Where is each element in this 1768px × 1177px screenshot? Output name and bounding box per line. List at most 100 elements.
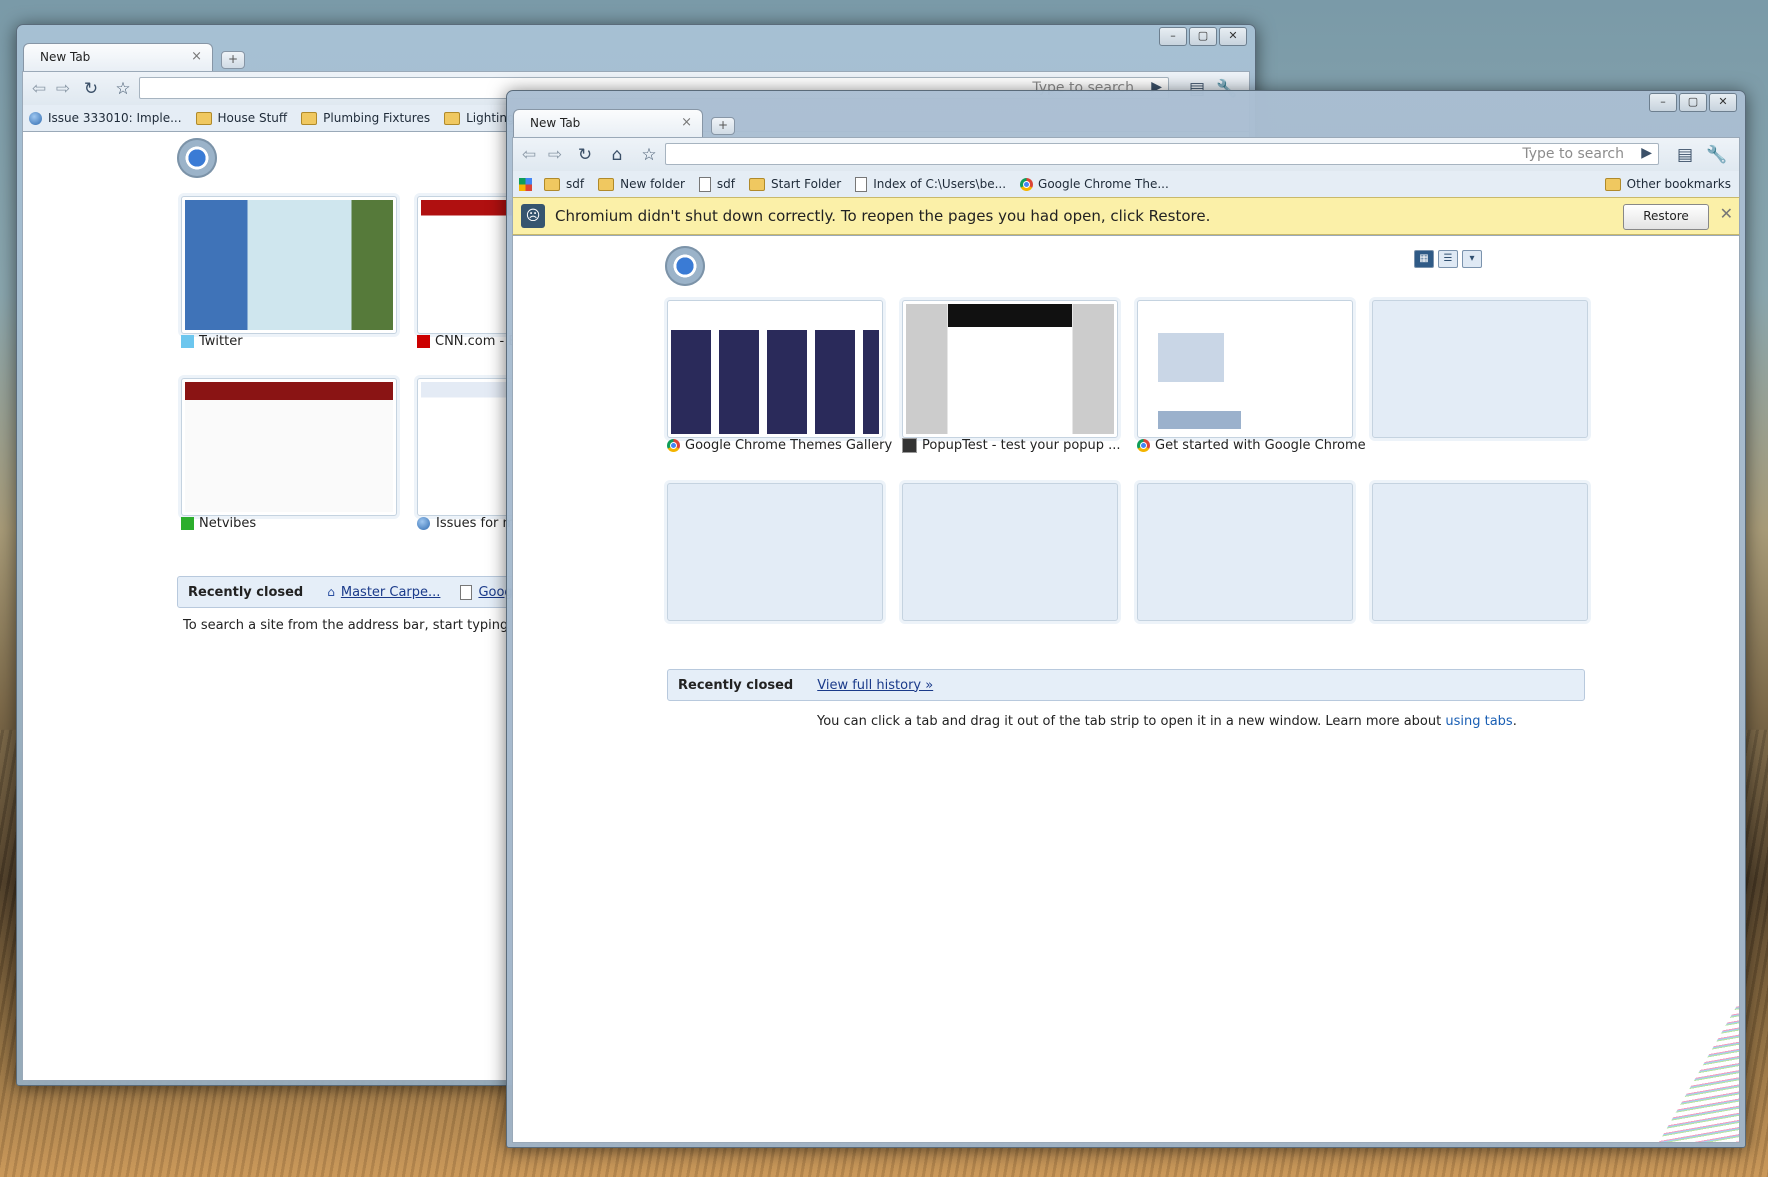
reload-icon[interactable]: ↻ [79, 78, 103, 100]
thumbnail-get-started[interactable] [1137, 300, 1353, 438]
folder-icon [598, 177, 615, 191]
chevron-down-icon[interactable]: ▾ [1462, 250, 1482, 268]
minimize-button[interactable]: – [1649, 93, 1677, 112]
infobar-message: Chromium didn't shut down correctly. To … [555, 207, 1211, 225]
tab-new-tab[interactable]: New Tab × [23, 43, 213, 71]
tab-close-icon[interactable]: × [681, 110, 692, 136]
folder-icon [301, 111, 318, 125]
page-icon [460, 584, 473, 600]
other-bookmarks[interactable]: Other bookmarks [1604, 177, 1731, 191]
wrench-icon[interactable]: 🔧 [1705, 144, 1729, 166]
thumbnail-empty[interactable] [1137, 483, 1353, 621]
chrome-icon [667, 439, 680, 452]
browser-window-front[interactable]: – ▢ ✕ New Tab × + ⇦ ⇨ ↻ ⌂ ☆ Type to sear… [506, 90, 1746, 1148]
apps-icon[interactable] [519, 177, 532, 191]
thumbnail-title[interactable]: PopupTest - test your popup ... [902, 438, 1121, 453]
thumbnail-empty[interactable] [902, 483, 1118, 621]
tab-title: New Tab [40, 50, 91, 64]
bookmark-item[interactable]: House Stuff [195, 111, 287, 125]
reload-icon[interactable]: ↻ [573, 144, 597, 166]
tip-text: You can click a tab and drag it out of t… [817, 714, 1517, 729]
thumbnail-popuptest[interactable] [902, 300, 1118, 438]
tip-text: To search a site from the address bar, s… [183, 618, 549, 633]
tab-close-icon[interactable]: × [191, 44, 202, 70]
globe-icon [29, 111, 42, 125]
new-tab-button[interactable]: + [711, 117, 735, 135]
minimize-button[interactable]: – [1159, 27, 1187, 46]
folder-icon [1604, 177, 1621, 191]
recently-closed-bar: Recently closed View full history » [667, 669, 1585, 701]
bookmarks-bar: sdf New folder sdf Start Folder Index of… [512, 171, 1740, 197]
thumbnail-twitter[interactable] [181, 196, 397, 334]
twitter-icon [181, 335, 194, 348]
forward-arrow-icon[interactable]: ⇨ [51, 78, 75, 100]
sad-tab-icon: ☹ [521, 204, 545, 228]
bookmark-item[interactable]: Lighting [444, 111, 515, 125]
tab-title: New Tab [530, 116, 581, 130]
chrome-icon [1020, 177, 1034, 191]
thumbnail-title[interactable]: Google Chrome Themes Gallery [667, 438, 892, 453]
cnn-icon [417, 335, 430, 348]
folder-icon [444, 111, 461, 125]
view-toggle: ▦ ☰ ▾ [1414, 250, 1484, 268]
maximize-button[interactable]: ▢ [1189, 27, 1217, 46]
thumbnail-title[interactable]: CNN.com - B [417, 334, 517, 349]
maximize-button[interactable]: ▢ [1679, 93, 1707, 112]
chromium-logo [177, 138, 217, 178]
folder-icon [544, 177, 560, 191]
using-tabs-link[interactable]: using tabs [1445, 714, 1512, 729]
view-full-history-link[interactable]: View full history » [817, 678, 933, 693]
page-menu-icon[interactable]: ▤ [1673, 144, 1697, 166]
netvibes-icon [181, 517, 194, 530]
home-icon[interactable]: ⌂ [605, 144, 629, 166]
tab-new-tab[interactable]: New Tab × [513, 109, 703, 137]
bookmark-item[interactable]: sdf [544, 177, 584, 191]
infobar-close-icon[interactable]: ✕ [1720, 204, 1733, 223]
thumbnail-title[interactable]: Twitter [181, 334, 243, 349]
bookmark-item[interactable]: Google Chrome The... [1020, 177, 1169, 191]
chrome-icon [1137, 439, 1150, 452]
page-icon [855, 176, 868, 192]
folder-icon [195, 111, 212, 125]
crash-infobar: ☹ Chromium didn't shut down correctly. T… [512, 197, 1740, 235]
close-window-button[interactable]: ✕ [1709, 93, 1737, 112]
star-icon[interactable]: ☆ [111, 78, 135, 100]
bookmark-item[interactable]: Start Folder [749, 177, 841, 191]
globe-icon [417, 517, 430, 530]
page-curl-decoration [1659, 1002, 1739, 1142]
list-view-icon[interactable]: ☰ [1438, 250, 1458, 268]
thumbnail-empty[interactable] [1372, 300, 1588, 438]
page-icon [698, 176, 711, 192]
bookmark-item[interactable]: Plumbing Fixtures [301, 111, 430, 125]
folder-icon [749, 177, 766, 191]
go-icon[interactable]: ▶ [1641, 145, 1652, 161]
thumbnail-title[interactable]: Netvibes [181, 516, 256, 531]
star-icon[interactable]: ☆ [637, 144, 661, 166]
thumbnail-themes-gallery[interactable] [667, 300, 883, 438]
thumbnail-title[interactable]: Issues for m [417, 516, 515, 531]
new-tab-page: ▦ ☰ ▾ Google Chrome Themes Gallery Popup… [512, 235, 1740, 1143]
address-bar[interactable]: Type to search ▶ [665, 143, 1659, 165]
restore-button[interactable]: Restore [1623, 204, 1709, 230]
back-arrow-icon[interactable]: ⇦ [517, 144, 541, 166]
thumbnail-empty[interactable] [1372, 483, 1588, 621]
thumbnail-empty[interactable] [667, 483, 883, 621]
toolbar: ⇦ ⇨ ↻ ⌂ ☆ Type to search ▶ ▤ 🔧 [512, 137, 1740, 172]
bookmark-item[interactable]: Index of C:\Users\be... [855, 176, 1006, 192]
bookmark-item[interactable]: sdf [698, 176, 735, 192]
chromium-logo [665, 246, 705, 286]
thumbnail-title[interactable]: Get started with Google Chrome [1137, 438, 1366, 453]
window-controls: – ▢ ✕ [1159, 27, 1247, 46]
grid-view-icon[interactable]: ▦ [1414, 250, 1434, 268]
recently-closed-item[interactable]: Master Carpe... [341, 585, 441, 600]
back-arrow-icon[interactable]: ⇦ [27, 78, 51, 100]
bookmark-item[interactable]: Issue 333010: Imple... [29, 111, 182, 125]
close-window-button[interactable]: ✕ [1219, 27, 1247, 46]
new-tab-button[interactable]: + [221, 51, 245, 69]
pop-icon [902, 438, 917, 453]
bookmark-item[interactable]: New folder [598, 177, 685, 191]
thumbnail-netvibes[interactable] [181, 378, 397, 516]
window-controls: – ▢ ✕ [1649, 93, 1737, 112]
forward-arrow-icon[interactable]: ⇨ [543, 144, 567, 166]
home-icon: ⌂ [327, 585, 335, 599]
